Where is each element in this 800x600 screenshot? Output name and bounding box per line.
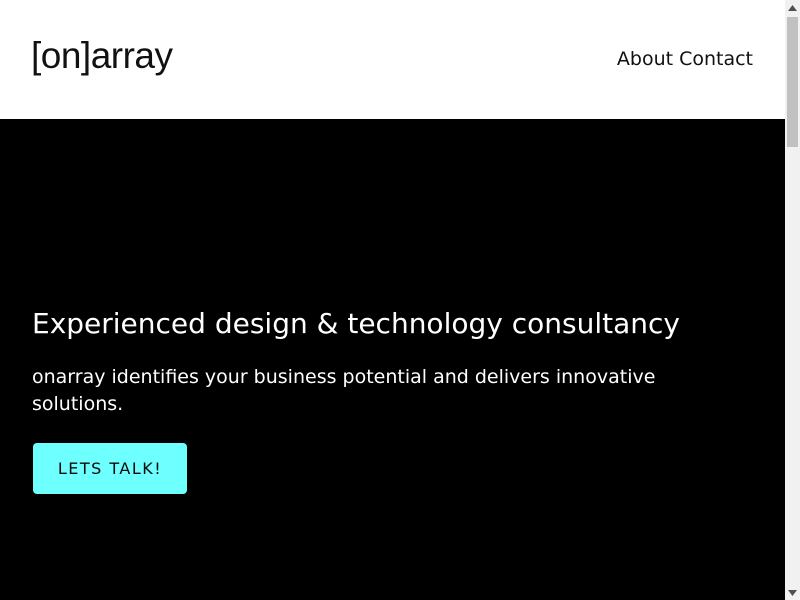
site-header: [on]array About Contact (0, 0, 785, 119)
hero-subtitle: onarray identifies your business potenti… (32, 366, 656, 415)
vertical-scrollbar[interactable] (785, 0, 800, 600)
hero-section: Experienced design & technology consulta… (0, 119, 785, 600)
nav-link-about[interactable]: About (617, 47, 673, 71)
scrollbar-thumb[interactable] (787, 17, 798, 147)
lets-talk-button[interactable]: LETS TALK! (33, 443, 187, 494)
main-nav: About Contact (617, 47, 753, 71)
triangle-up-icon[interactable] (785, 0, 800, 15)
site-logo[interactable]: [on]array (31, 34, 173, 78)
triangle-down-icon[interactable] (785, 585, 800, 600)
nav-link-contact[interactable]: Contact (679, 47, 753, 71)
page-viewport: [on]array About Contact Experienced desi… (0, 0, 785, 600)
hero-title: Experienced design & technology consulta… (32, 307, 680, 340)
